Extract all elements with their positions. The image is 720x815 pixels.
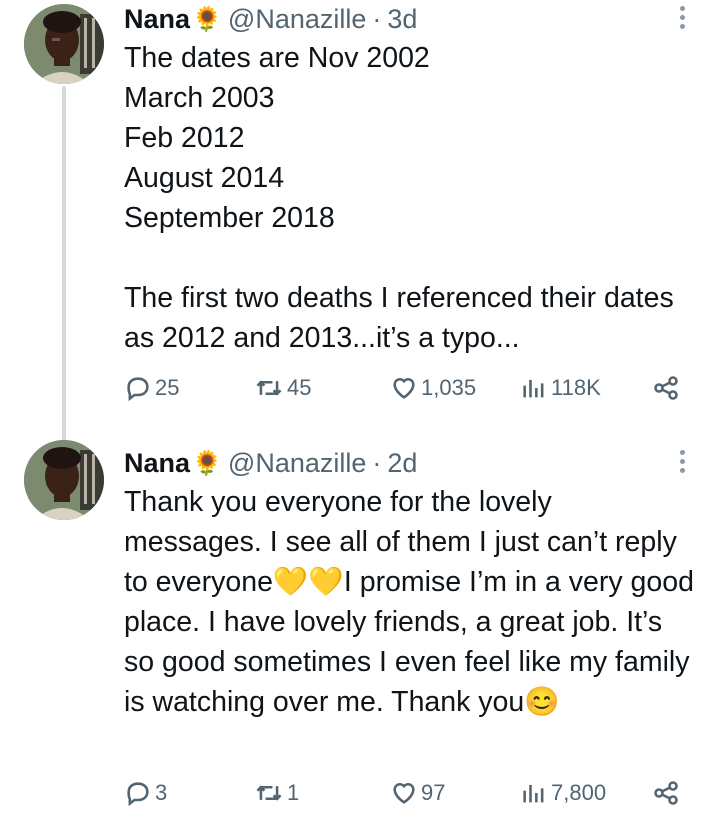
avatar[interactable] <box>24 440 104 520</box>
separator-dot: · <box>372 3 382 34</box>
like-button[interactable]: 1,035 <box>390 374 476 402</box>
action-bar: 25 45 1,035 118K <box>124 374 690 410</box>
tweet[interactable]: Nana 🌻 @Nanazille · 3d The dates are Nov… <box>0 0 720 442</box>
tweet-header: Nana 🌻 @Nanazille · 3d <box>124 0 417 38</box>
repost-icon <box>256 785 282 801</box>
reply-count: 25 <box>155 375 180 400</box>
repost-count: 45 <box>287 375 312 400</box>
reply-icon <box>127 782 149 807</box>
sunflower-emoji: 🌻 <box>192 449 222 477</box>
share-button[interactable] <box>652 374 680 402</box>
like-button[interactable]: 97 <box>390 779 445 807</box>
views-button[interactable]: 118K <box>520 374 601 402</box>
reply-count: 3 <box>155 780 168 805</box>
heart-icon <box>393 783 415 804</box>
timestamp[interactable]: 3d <box>387 4 417 35</box>
repost-button[interactable]: 1 <box>254 779 299 807</box>
share-icon <box>654 376 678 400</box>
action-bar: 3 1 97 7,800 <box>124 779 690 815</box>
sunflower-emoji: 🌻 <box>192 5 222 33</box>
avatar-photo <box>24 4 104 84</box>
author-name[interactable]: Nana <box>124 448 190 479</box>
views-chart-icon <box>523 379 544 398</box>
reply-icon <box>127 377 149 402</box>
view-count: 7,800 <box>551 780 607 805</box>
view-count: 118K <box>551 375 601 400</box>
author-handle[interactable]: @Nanazille <box>228 448 366 479</box>
reply-button[interactable]: 25 <box>124 374 179 402</box>
heart-icon <box>393 378 415 399</box>
repost-button[interactable]: 45 <box>254 374 311 402</box>
timestamp[interactable]: 2d <box>387 448 417 479</box>
like-count: 1,035 <box>421 375 477 400</box>
tweet[interactable]: Nana 🌻 @Nanazille · 2d Thank you everyon… <box>0 436 720 813</box>
author-handle[interactable]: @Nanazille <box>228 4 366 35</box>
tweet-header: Nana 🌻 @Nanazille · 2d <box>124 444 417 482</box>
reply-button[interactable]: 3 <box>124 779 167 807</box>
avatar-photo <box>24 440 104 520</box>
views-button[interactable]: 7,800 <box>520 779 606 807</box>
tweet-text: Thank you everyone for the lovely messag… <box>124 486 702 718</box>
more-options-icon[interactable] <box>678 450 686 476</box>
share-button[interactable] <box>652 779 680 807</box>
repost-count: 1 <box>287 780 300 805</box>
like-count: 97 <box>421 780 446 805</box>
thread-line <box>62 86 66 442</box>
repost-icon <box>256 380 282 396</box>
tweet-text: The dates are Nov 2002 March 2003 Feb 20… <box>124 42 674 354</box>
share-icon <box>654 781 678 805</box>
more-options-icon[interactable] <box>678 6 686 32</box>
avatar[interactable] <box>24 4 104 84</box>
author-name[interactable]: Nana <box>124 4 190 35</box>
views-chart-icon <box>523 784 544 803</box>
separator-dot: · <box>372 447 382 478</box>
